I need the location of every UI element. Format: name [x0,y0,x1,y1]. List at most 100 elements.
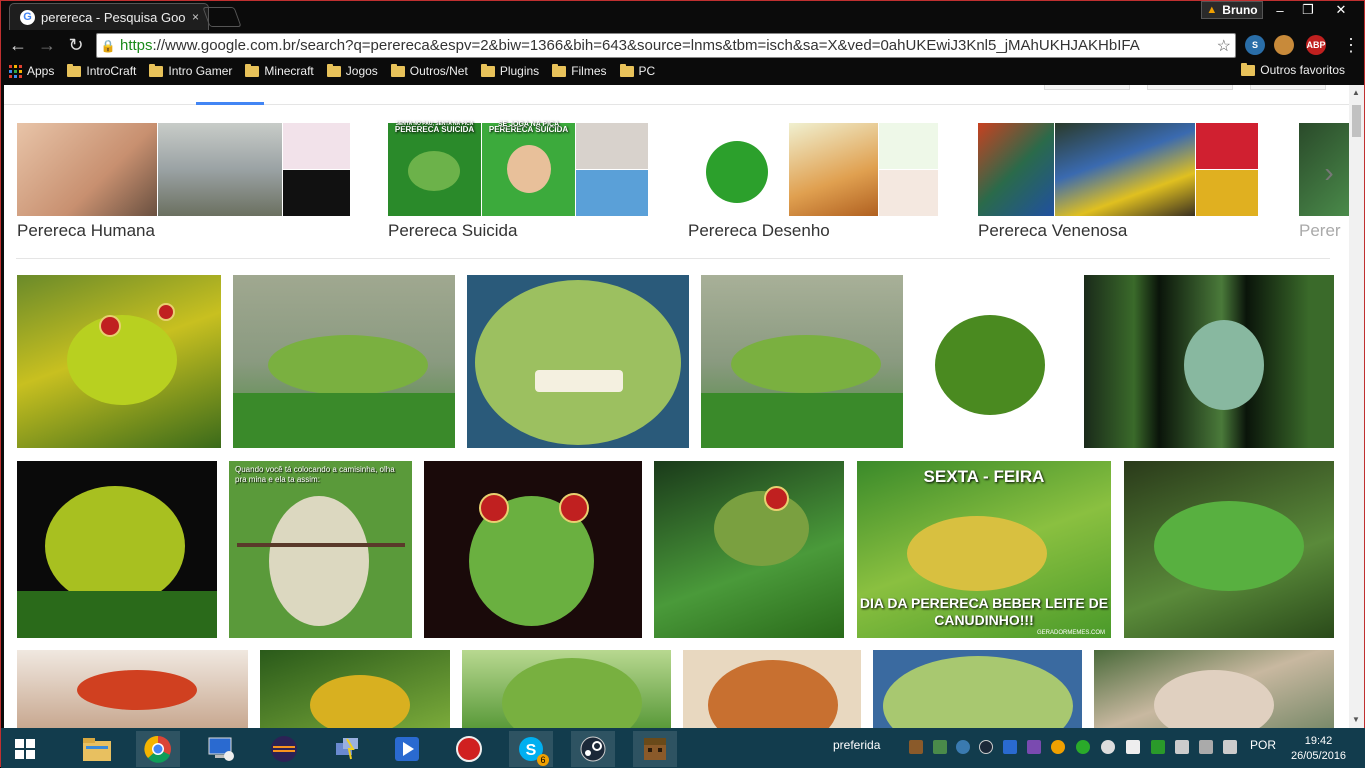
image-result[interactable] [915,275,1072,448]
related-search-card[interactable] [688,123,938,218]
image-result[interactable] [17,461,217,638]
frog-shape [714,491,809,566]
tool-button[interactable] [1044,85,1130,90]
skype-icon[interactable]: S 6 [509,731,553,767]
scroll-up-icon[interactable]: ▲ [1352,88,1360,97]
bookmark-folder[interactable]: IntroCraft [67,63,136,78]
tray-remote-icon[interactable] [1003,740,1017,754]
image-result[interactable] [260,650,450,728]
file-explorer-icon[interactable] [75,731,119,767]
image-result[interactable] [1084,275,1334,448]
tray-shield-icon[interactable] [1151,740,1165,754]
tool-button[interactable] [1250,85,1326,90]
related-search-label[interactable]: Perer [1299,221,1341,241]
image-result[interactable] [1094,650,1334,728]
folder-icon [390,63,405,77]
remote-desktop-icon[interactable] [199,731,243,767]
page-content: Perereca Humana PERERECA SUICIDA SENTA N… [4,85,1349,728]
network-tool-icon[interactable] [325,731,369,767]
frog-shape [475,280,681,445]
scroll-down-icon[interactable]: ▼ [1352,715,1360,724]
tray-cloud-icon[interactable] [1101,740,1115,754]
related-thumbnail [879,123,938,169]
tray-badge-icon[interactable] [1051,740,1065,754]
address-bar[interactable]: 🔒 https ://www.google.com.br/search?q=pe… [96,33,1236,58]
tray-steam-icon[interactable] [979,740,993,754]
skype-extension-icon[interactable]: S [1245,35,1265,55]
maximize-button[interactable]: ❐ [1293,1,1323,19]
bookmark-folder[interactable]: Plugins [480,63,539,78]
tool-button[interactable] [1147,85,1233,90]
related-search-label[interactable]: Perereca Desenho [688,221,830,241]
browser-tab[interactable]: G perereca - Pesquisa Goog × [9,3,209,30]
bookmark-folder[interactable]: Jogos [326,63,378,78]
related-search-card[interactable] [17,123,350,218]
bookmark-apps[interactable]: Apps [9,64,54,78]
windows-start-icon[interactable] [3,731,47,767]
bookmark-label: Filmes [571,64,607,78]
tray-minecraft-icon[interactable] [909,740,923,754]
record-icon[interactable] [447,731,491,767]
image-result[interactable] [1124,461,1334,638]
tray-flag-icon[interactable] [1175,740,1189,754]
image-result[interactable] [654,461,844,638]
image-result[interactable] [17,275,221,448]
related-thumbnail [17,123,157,216]
forward-arrow-icon[interactable]: → [35,33,59,57]
reload-icon[interactable]: ↻ [64,33,88,57]
page-scrollbar[interactable]: ▲ ▼ [1349,85,1364,728]
scrollbar-thumb[interactable] [1352,105,1361,137]
related-thumbnail: PERERECA SUICIDA SE JOGA NA PICA [482,121,575,216]
adblock-extension-icon[interactable]: ABP [1306,35,1326,55]
barbell-shape [237,543,405,547]
image-result[interactable] [17,650,248,728]
tray-globe-icon[interactable] [956,740,970,754]
media-player-icon[interactable] [385,731,429,767]
image-result[interactable] [424,461,642,638]
image-result[interactable] [701,275,903,448]
taskbar-clock[interactable]: 19:42 26/05/2016 [1291,734,1346,764]
back-arrow-icon[interactable]: ← [6,33,30,57]
steam-icon[interactable] [571,731,615,767]
cookie-extension-icon[interactable] [1274,35,1294,55]
eclipse-icon[interactable] [262,731,306,767]
related-search-label[interactable]: Perereca Venenosa [978,221,1127,241]
bookmark-star-icon[interactable]: ☆ [1217,36,1231,56]
minimize-button[interactable]: – [1265,1,1295,19]
image-result[interactable] [462,650,671,728]
bookmark-other[interactable]: Outros favoritos [1241,62,1345,77]
tab-close-icon[interactable]: × [192,10,199,24]
chevron-right-icon[interactable]: › [1314,153,1344,193]
bookmark-folder[interactable]: PC [619,63,655,78]
new-tab-button[interactable] [202,7,242,27]
chrome-icon[interactable] [136,731,180,767]
related-search-card[interactable]: PERERECA SUICIDA SENTA NO PAU, SENTA NA … [388,121,648,218]
taskbar: S 6 preferida POR 19:42 26/05/2016 [1,728,1365,768]
image-result[interactable]: SEXTA - FEIRA DIA DA PERERECA BEBER LEIT… [857,461,1111,638]
language-indicator[interactable]: POR [1250,738,1276,752]
image-result[interactable]: Quando você tá colocando a camisinha, ol… [229,461,412,638]
bookmark-folder[interactable]: Minecraft [245,63,314,78]
tray-volume-icon[interactable] [1223,740,1237,754]
close-window-button[interactable]: ✕ [1326,1,1356,19]
image-result[interactable] [873,650,1082,728]
frog-shape [502,658,642,728]
image-result[interactable] [683,650,861,728]
profile-button[interactable]: ▲ Bruno [1201,1,1263,19]
menu-icon[interactable]: ⋮ [1339,33,1363,57]
minecraft-icon[interactable] [633,731,677,767]
tray-label[interactable]: preferida [833,738,880,752]
related-search-label[interactable]: Perereca Humana [17,221,155,241]
tray-network-icon[interactable] [933,740,947,754]
image-result[interactable] [233,275,455,448]
bookmark-folder[interactable]: Outros/Net [390,63,468,78]
tray-pen-icon[interactable] [1027,740,1041,754]
related-search-card[interactable] [978,123,1259,218]
image-result[interactable] [467,275,689,448]
tray-green-icon[interactable] [1076,740,1090,754]
tray-network-status-icon[interactable] [1199,740,1213,754]
tray-windows-icon[interactable] [1126,740,1140,754]
bookmark-folder[interactable]: Filmes [552,63,607,78]
related-search-label[interactable]: Perereca Suicida [388,221,517,241]
bookmark-folder[interactable]: Intro Gamer [149,63,232,78]
